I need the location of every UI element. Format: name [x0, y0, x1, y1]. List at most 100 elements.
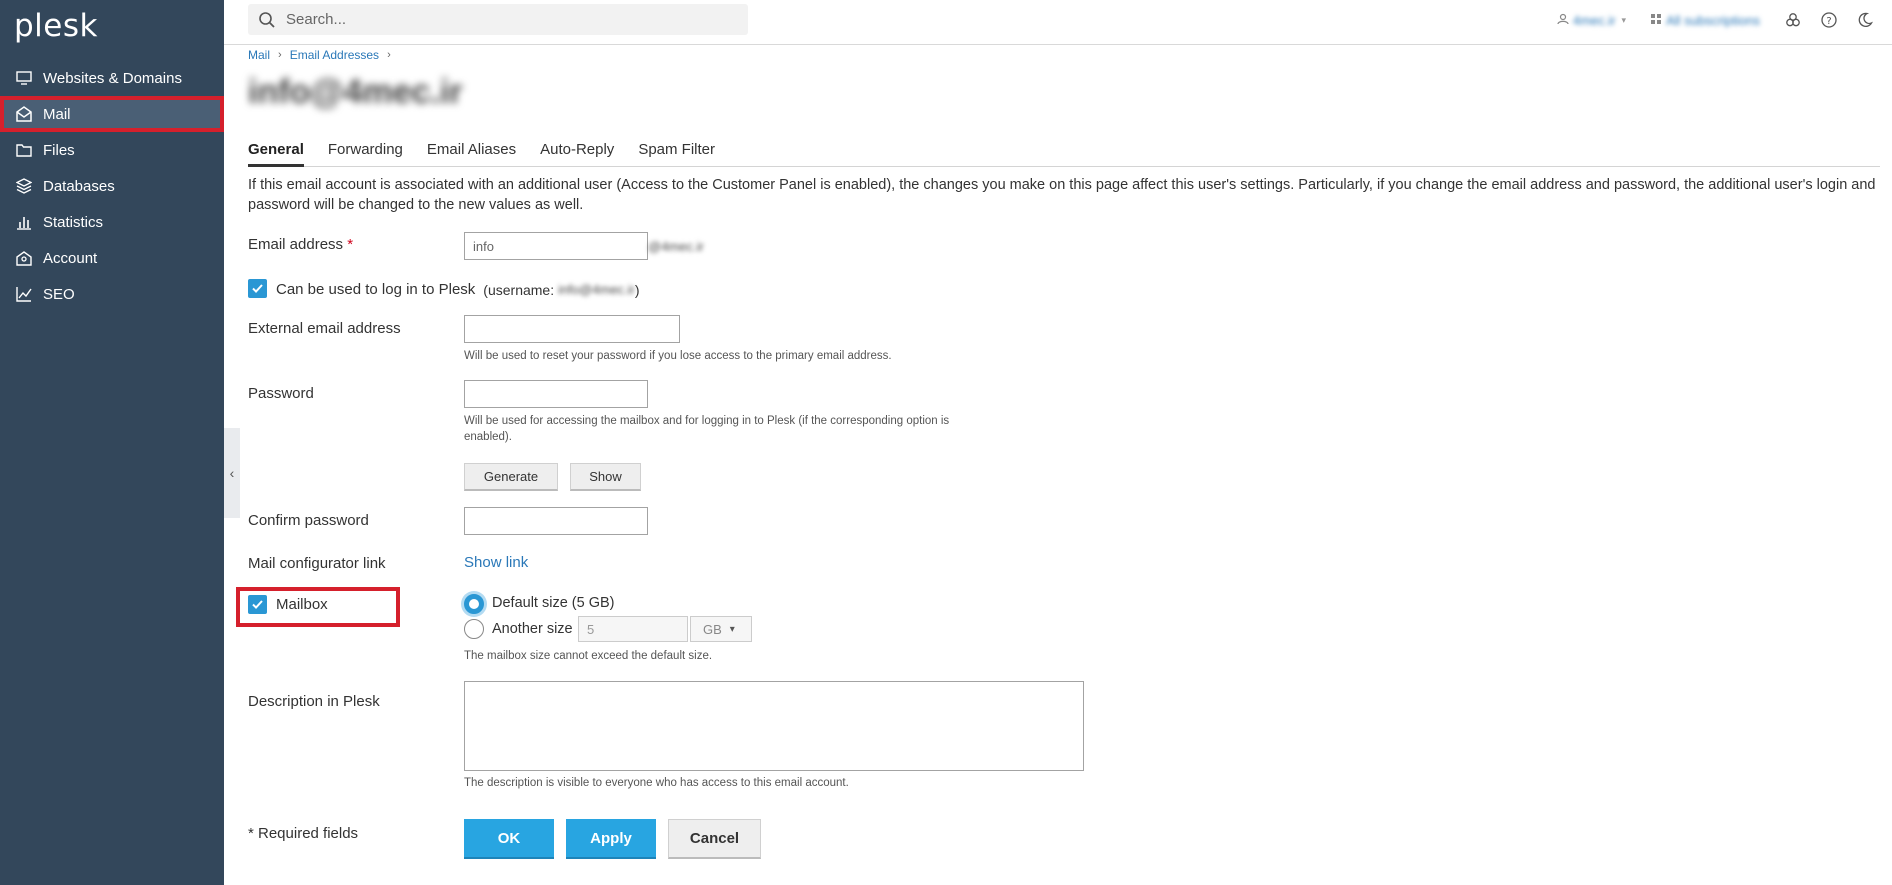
- sidebar-item-label: Statistics: [43, 213, 104, 231]
- checkmark-icon: [252, 600, 263, 609]
- tabs: General Forwarding Email Aliases Auto-Re…: [248, 133, 1880, 167]
- email-field-value: info: [473, 239, 494, 254]
- mailbox-checkbox[interactable]: [248, 595, 267, 614]
- user-name: 4mec.ir: [1572, 12, 1616, 28]
- account-icon: [15, 249, 33, 267]
- external-email-field[interactable]: [464, 315, 680, 343]
- confirm-password-label: Confirm password: [248, 512, 369, 529]
- bar-chart-icon: [15, 213, 33, 231]
- login-checkbox-row: Can be used to log in to Plesk (username…: [276, 281, 640, 298]
- another-size-label[interactable]: Another size: [492, 621, 573, 637]
- another-size-input[interactable]: 5: [578, 616, 688, 642]
- another-size-value: 5: [587, 622, 595, 637]
- tab-auto-reply[interactable]: Auto-Reply: [540, 133, 614, 167]
- sidebar-item-databases[interactable]: Databases: [0, 168, 224, 204]
- tab-forwarding[interactable]: Forwarding: [328, 133, 403, 167]
- email-domain: @4mec.ir: [648, 239, 704, 254]
- email-address-label: Email address *: [248, 236, 353, 253]
- sidebar-item-label: Files: [43, 141, 75, 159]
- envelope-icon: [15, 105, 33, 123]
- sidebar-collapse-handle[interactable]: ‹: [224, 428, 240, 518]
- size-unit-select[interactable]: GB ▾: [690, 616, 752, 642]
- page-title: info@4mec.ir: [248, 73, 463, 111]
- required-fields-note: * Required fields: [248, 825, 359, 842]
- help-icon[interactable]: ?: [1820, 11, 1838, 29]
- sidebar-nav: Websites & Domains Mail Files Databases …: [0, 60, 224, 312]
- chevron-down-icon: ▾: [729, 623, 735, 635]
- sidebar-item-mail[interactable]: Mail: [0, 96, 224, 132]
- username-value: info@4mec.ir: [558, 282, 635, 297]
- required-mark: *: [347, 236, 354, 253]
- user-icon: [1557, 12, 1569, 29]
- sidebar: plesk Websites & Domains Mail Files Data…: [0, 0, 224, 885]
- email-field[interactable]: info: [464, 232, 648, 260]
- default-size-label[interactable]: Default size (5 GB): [492, 595, 615, 611]
- description-label: Description in Plesk: [248, 693, 380, 710]
- folder-icon: [15, 141, 33, 159]
- sidebar-item-label: SEO: [43, 285, 75, 303]
- topbar-right: 4mec.ir ▾ All subscriptions ?: [1557, 0, 1892, 40]
- breadcrumb: Mail › Email Addresses ›: [248, 48, 399, 62]
- sidebar-item-label: Databases: [43, 177, 115, 195]
- subscriptions-label: All subscriptions: [1666, 12, 1760, 28]
- size-unit-value: GB: [703, 621, 722, 637]
- subscriptions-menu[interactable]: All subscriptions: [1650, 12, 1760, 29]
- chevron-left-icon: ‹: [229, 465, 235, 481]
- description-hint: The description is visible to everyone w…: [464, 777, 849, 789]
- ok-button[interactable]: OK: [464, 819, 554, 859]
- apply-button[interactable]: Apply: [566, 819, 656, 859]
- sidebar-item-label: Mail: [43, 105, 71, 123]
- sidebar-item-label: Account: [43, 249, 98, 267]
- sidebar-item-seo[interactable]: SEO: [0, 276, 224, 312]
- svg-text:?: ?: [1826, 16, 1831, 27]
- chevron-down-icon: ▾: [1621, 14, 1627, 25]
- sidebar-item-label: Websites & Domains: [43, 69, 182, 87]
- show-password-button[interactable]: Show: [570, 463, 641, 491]
- password-field[interactable]: [464, 380, 648, 408]
- password-hint: Will be used for accessing the mailbox a…: [464, 415, 950, 443]
- breadcrumb-mail[interactable]: Mail: [248, 48, 270, 62]
- sidebar-item-files[interactable]: Files: [0, 132, 224, 168]
- monitor-icon: [15, 69, 33, 87]
- intro-text: If this email account is associated with…: [248, 177, 1876, 213]
- show-link[interactable]: Show link: [464, 554, 528, 571]
- confirm-password-field[interactable]: [464, 507, 648, 535]
- tab-email-aliases[interactable]: Email Aliases: [427, 133, 516, 167]
- login-checkbox-label[interactable]: Can be used to log in to Plesk: [276, 281, 475, 298]
- default-size-radio[interactable]: [464, 594, 484, 614]
- search-placeholder: Search...: [286, 11, 347, 28]
- breadcrumb-email-addresses[interactable]: Email Addresses: [290, 48, 379, 62]
- user-menu[interactable]: 4mec.ir ▾: [1557, 12, 1626, 29]
- database-stack-icon: [15, 177, 33, 195]
- login-checkbox[interactable]: [248, 279, 267, 298]
- checkmark-icon: [252, 284, 263, 293]
- external-email-label: External email address: [248, 320, 401, 337]
- sidebar-item-statistics[interactable]: Statistics: [0, 204, 224, 240]
- external-email-hint: Will be used to reset your password if y…: [464, 350, 892, 362]
- plesk-logo[interactable]: plesk: [14, 8, 98, 44]
- topbar: Search... 4mec.ir ▾ All subscriptions ?: [224, 0, 1892, 45]
- mail-configurator-label: Mail configurator link: [248, 555, 386, 572]
- search-icon: [258, 11, 276, 29]
- tab-general[interactable]: General: [248, 133, 304, 167]
- grid-icon: [1650, 12, 1662, 29]
- mailbox-label[interactable]: Mailbox: [276, 596, 328, 613]
- username-prefix: (username:: [483, 281, 555, 298]
- cancel-button[interactable]: Cancel: [668, 819, 761, 859]
- sidebar-item-websites-domains[interactable]: Websites & Domains: [0, 60, 224, 96]
- sidebar-item-account[interactable]: Account: [0, 240, 224, 276]
- chevron-right-icon: ›: [278, 49, 282, 61]
- search-input[interactable]: Search...: [248, 4, 748, 35]
- dark-mode-moon-icon[interactable]: [1856, 11, 1874, 29]
- extensions-icon[interactable]: [1784, 11, 1802, 29]
- email-address-label-text: Email address: [248, 236, 344, 253]
- seo-chart-icon: [15, 285, 33, 303]
- username-suffix: ): [634, 281, 640, 298]
- password-label: Password: [248, 385, 314, 402]
- chevron-right-icon: ›: [387, 49, 391, 61]
- generate-button[interactable]: Generate: [464, 463, 558, 491]
- description-textarea[interactable]: [464, 681, 1084, 771]
- mailbox-hint: The mailbox size cannot exceed the defau…: [464, 650, 713, 662]
- tab-spam-filter[interactable]: Spam Filter: [638, 133, 715, 167]
- another-size-radio[interactable]: [464, 619, 484, 639]
